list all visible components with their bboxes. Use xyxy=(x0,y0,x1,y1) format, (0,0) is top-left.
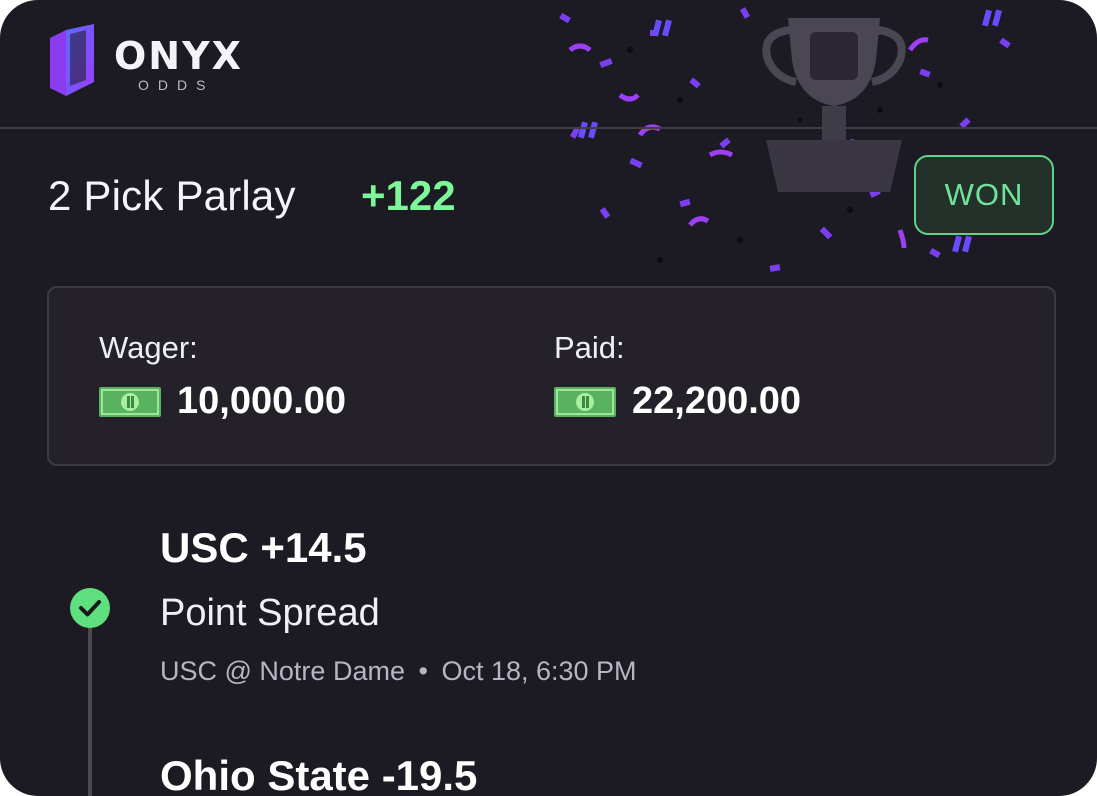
trophy-icon xyxy=(762,18,906,192)
wager-amount: 10,000.00 xyxy=(99,380,346,423)
bet-odds: +122 xyxy=(361,172,456,219)
brand-name: ONYX xyxy=(114,34,243,78)
pick-name: USC +14.5 xyxy=(160,524,367,571)
pick-meta: USC @ Notre Dame • Oct 18, 6:30 PM xyxy=(160,656,637,687)
check-circle-icon xyxy=(70,588,110,628)
paid-amount: 22,200.00 xyxy=(554,380,801,423)
cash-bill-icon xyxy=(99,386,161,417)
status-badge: WON xyxy=(914,155,1054,235)
paid-label: Paid: xyxy=(554,330,625,365)
brand-subtitle: ODDS xyxy=(138,77,215,93)
bet-title: 2 Pick Parlay xyxy=(48,172,296,219)
cash-bill-icon xyxy=(554,386,616,417)
wager-summary-box: Wager: 10,000.00 Paid: 22,200.00 xyxy=(47,286,1056,466)
meta-separator: • xyxy=(418,656,428,686)
brand-logo: ONYX ODDS xyxy=(44,22,244,98)
pick-market: Point Spread xyxy=(160,592,380,634)
paid-value: 22,200.00 xyxy=(632,380,802,422)
picks-timeline xyxy=(88,608,92,796)
header-divider xyxy=(0,127,1097,129)
wager-value: 10,000.00 xyxy=(177,380,347,422)
wager-label: Wager: xyxy=(99,330,198,365)
pick-matchup: USC @ Notre Dame xyxy=(160,656,405,686)
onyx-logo-icon xyxy=(50,24,94,96)
bet-card: ONYX ODDS 2 Pick Parlay +122 WON Wager: … xyxy=(0,0,1097,796)
trophy-confetti-decoration xyxy=(559,7,1023,272)
pick-time: Oct 18, 6:30 PM xyxy=(441,656,637,686)
pick-name: Ohio State -19.5 xyxy=(160,752,478,796)
